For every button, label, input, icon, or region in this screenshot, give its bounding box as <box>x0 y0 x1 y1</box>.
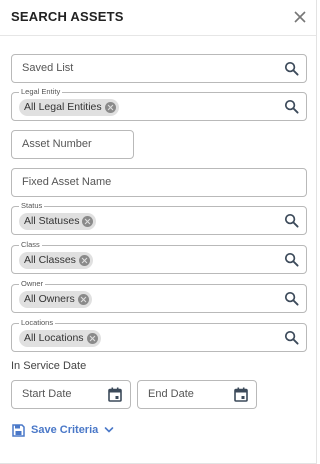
status-field[interactable]: Status All Statuses <box>11 201 307 235</box>
owner-chip-label: All Owners <box>24 293 75 305</box>
panel-title: SEARCH ASSETS <box>11 9 124 24</box>
legal-entity-chip-label: All Legal Entities <box>24 101 102 113</box>
save-icon <box>12 423 25 437</box>
saved-list-field[interactable]: Saved List <box>11 54 307 83</box>
calendar-icon[interactable] <box>234 387 248 402</box>
save-criteria-button[interactable]: Save Criteria <box>12 422 114 438</box>
search-icon[interactable] <box>284 213 299 228</box>
class-chip-label: All Classes <box>24 254 76 266</box>
save-criteria-label: Save Criteria <box>31 424 99 436</box>
fixed-asset-name-placeholder: Fixed Asset Name <box>22 176 112 188</box>
status-chip-label: All Statuses <box>24 215 80 227</box>
class-chip: All Classes <box>19 252 93 269</box>
search-assets-panel: SEARCH ASSETS Saved List Legal Entity Al… <box>0 0 317 464</box>
search-icon[interactable] <box>284 330 299 345</box>
locations-chip: All Locations <box>19 330 101 347</box>
owner-chip: All Owners <box>19 291 92 308</box>
search-icon[interactable] <box>284 61 299 76</box>
class-legend: Class <box>19 240 42 250</box>
search-icon[interactable] <box>284 99 299 114</box>
start-date-placeholder: Start Date <box>22 388 72 400</box>
in-service-date-label: In Service Date <box>11 360 87 372</box>
close-icon[interactable] <box>293 10 307 24</box>
search-icon[interactable] <box>284 252 299 267</box>
legal-entity-chip: All Legal Entities <box>19 99 119 116</box>
legal-entity-field[interactable]: Legal Entity All Legal Entities <box>11 87 307 121</box>
chip-remove-icon[interactable] <box>104 102 116 113</box>
fixed-asset-name-field[interactable]: Fixed Asset Name <box>11 168 307 197</box>
locations-legend: Locations <box>19 318 56 328</box>
locations-field[interactable]: Locations All Locations <box>11 318 307 352</box>
calendar-icon[interactable] <box>108 387 122 402</box>
chip-remove-icon[interactable] <box>82 216 94 227</box>
start-date-field[interactable]: Start Date <box>11 380 131 409</box>
search-icon[interactable] <box>284 291 299 306</box>
end-date-field[interactable]: End Date <box>137 380 257 409</box>
asset-number-field[interactable]: Asset Number <box>11 130 134 159</box>
status-legend: Status <box>19 201 45 211</box>
chip-remove-icon[interactable] <box>77 294 89 305</box>
owner-field[interactable]: Owner All Owners <box>11 279 307 313</box>
chevron-down-icon[interactable] <box>104 425 114 435</box>
saved-list-placeholder: Saved List <box>22 62 74 74</box>
panel-header: SEARCH ASSETS <box>0 0 316 36</box>
chip-remove-icon[interactable] <box>78 255 90 266</box>
asset-number-placeholder: Asset Number <box>22 138 92 150</box>
owner-legend: Owner <box>19 279 46 289</box>
status-chip: All Statuses <box>19 213 97 230</box>
end-date-placeholder: End Date <box>148 388 194 400</box>
chip-remove-icon[interactable] <box>86 333 98 344</box>
legal-entity-legend: Legal Entity <box>19 87 63 97</box>
class-field[interactable]: Class All Classes <box>11 240 307 274</box>
locations-chip-label: All Locations <box>24 332 84 344</box>
